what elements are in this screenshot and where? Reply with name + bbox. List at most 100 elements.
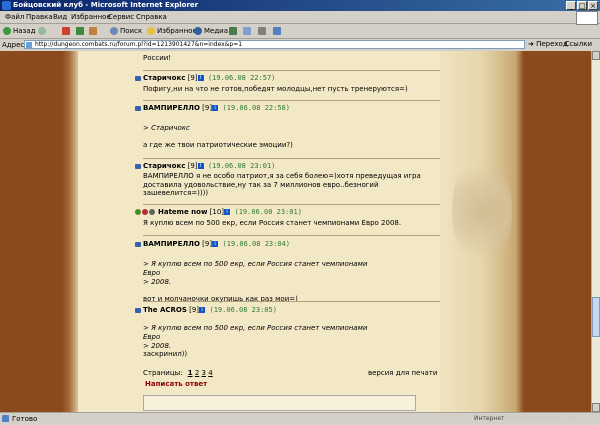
topic-icon [135,164,141,169]
minimize-button[interactable]: _ [566,1,576,10]
post-level: [9] [202,240,213,248]
scroll-thumb[interactable] [592,297,600,337]
window-title: Бойцовский клуб - Microsoft Internet Exp… [13,1,199,9]
page-icon [26,42,32,48]
post-text: Пофигу,ни на что не готов,победят молодц… [143,85,408,93]
page-link-3[interactable]: 3 [202,369,206,377]
maximize-button[interactable]: □ [577,1,587,10]
menu-favorites[interactable]: Избранное [71,13,111,21]
post-level: [9] [202,104,213,112]
refresh-button[interactable] [76,26,84,36]
post-level: [9] [187,74,198,82]
forum-post: ВАМПИРЕЛЛО [9] i (19.06.08 23:04) > Я куп… [135,240,440,303]
history-button[interactable] [229,26,237,36]
info-icon[interactable]: i [224,209,231,215]
mail-icon [243,27,251,35]
divider [143,100,440,101]
address-input[interactable]: http://dungeon.combats.ru/forum.pl?id=12… [24,40,525,49]
post-date: (19.06.08 22:58) [222,104,290,112]
page-link-2[interactable]: 2 [195,369,199,377]
go-button[interactable]: ➜ Переход [528,40,568,48]
divider [143,158,440,159]
post-text: России! [143,54,172,62]
ie-logo-icon [2,1,11,10]
clan-icon [135,209,141,215]
scroll-down-button[interactable] [592,403,600,412]
info-icon[interactable]: i [199,307,206,313]
menu-edit[interactable]: Правка [26,13,53,21]
post-date: (19.06.08 23:04) [222,240,290,248]
post-level: [9] [187,162,198,170]
divider [143,70,440,71]
back-label: Назад [13,27,36,35]
pagination: Страницы: 1 2 3 4 [143,369,213,377]
menu-file[interactable]: Файл [5,13,24,21]
forum-post: ВАМПИРЕЛЛО [9] i (19.06.08 22:58) > Стари… [135,104,440,149]
close-button[interactable]: × [588,1,598,10]
history-icon [229,27,237,35]
topic-icon [135,242,141,247]
print-button[interactable] [258,26,266,36]
post-author[interactable]: ВАМПИРЕЛЛО [143,240,200,248]
post-author[interactable]: ВАМПИРЕЛЛО [143,104,200,112]
post-text: Я куплю всем по 500 екр, если Россия ста… [143,219,402,227]
post-date: (19.06.08 23:01) [207,162,276,170]
favorites-button[interactable]: Избранное [147,26,197,36]
topic-icon [135,106,141,111]
forum-post: The ACROS [9] i (19.06.08 23:05) [135,306,440,314]
search-button[interactable]: Поиск [110,26,142,36]
topic-icon [135,76,141,81]
forum-post: Старичокс [9] i (19.06.08 22:57) Пофигу,н… [135,74,440,93]
post-date: (19.06.08 23:05) [209,306,277,314]
links-button[interactable]: Ссылки [564,40,592,48]
post-author[interactable]: Старичокс [143,162,185,170]
info-icon[interactable]: i [197,75,204,81]
vertical-scrollbar[interactable] [591,51,600,412]
post-quote: > Я куплю всем по 500 екр, если Россия с… [143,324,368,350]
reply-textarea[interactable] [143,395,416,411]
menu-tools[interactable]: Сервис [108,13,134,21]
post-author[interactable]: Hateme now [158,208,207,216]
print-version-link[interactable]: версия для печати [368,369,437,377]
post-author[interactable]: Старичокс [143,74,185,82]
menu-help[interactable]: Справка [136,13,167,21]
stop-icon [62,27,70,35]
back-button[interactable]: Назад [3,26,35,36]
post-date: (19.06.08 22:57) [207,74,276,82]
menu-view[interactable]: Вид [53,13,67,21]
security-zone: Интернет [474,415,505,422]
post-author[interactable]: The ACROS [143,306,187,314]
edit-button[interactable] [273,26,281,36]
status-bar: Готово Интернет http://alexcrossl.com [0,412,600,425]
edit-icon [273,27,281,35]
forward-button[interactable] [38,26,46,36]
address-url: http://dungeon.combats.ru/forum.pl?id=12… [35,41,243,48]
rank-icon [149,209,155,215]
watermark-text: http://alexcrossl.com [507,414,581,422]
scroll-up-button[interactable] [592,51,600,60]
windows-flag-icon [576,11,598,25]
favorites-label: Избранное [157,27,197,35]
status-text: Готово [12,415,38,423]
home-icon [89,27,97,35]
page-link-1[interactable]: 1 [188,369,193,377]
address-bar: Адрес http://dungeon.combats.ru/forum.pl… [0,39,600,50]
page-done-icon [2,415,9,422]
page-link-4[interactable]: 4 [208,369,212,377]
back-arrow-icon [3,27,11,35]
media-icon [194,27,202,35]
info-icon[interactable]: i [212,241,219,247]
info-icon[interactable]: i [197,163,204,169]
home-button[interactable] [89,26,97,36]
forum-post: Старичокс [9] i (19.06.08 23:01) ВАМПИРЕЛ… [135,162,440,198]
post-text: заскринил)) [143,350,188,358]
info-icon[interactable]: i [212,105,219,111]
forum-post: Hateme now [10] i (19.06.08 23:01) Я купл… [135,208,440,227]
pages-label: Страницы: [143,369,183,377]
watermark-emblem [452,151,512,271]
mail-button[interactable] [243,26,251,36]
toolbar: Назад Поиск Избранное Медиа [0,24,600,39]
search-label: Поиск [120,27,143,35]
media-button[interactable]: Медиа [194,26,228,36]
stop-button[interactable] [62,26,70,36]
